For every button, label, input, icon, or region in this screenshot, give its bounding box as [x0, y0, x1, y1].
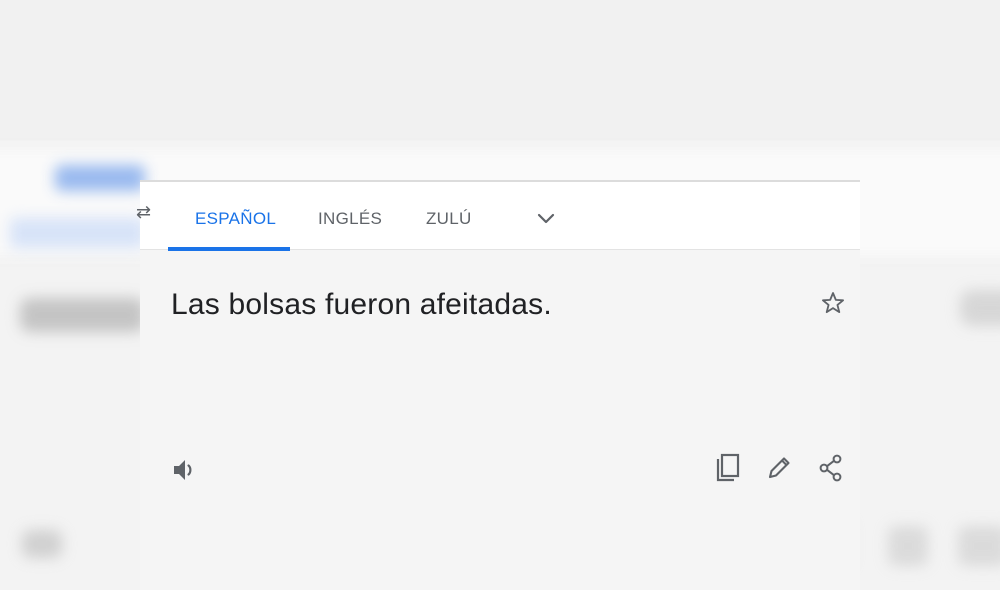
background-blurred-icon — [22, 530, 62, 558]
background-blurred-icon — [960, 290, 1000, 326]
background-blurred-icon — [958, 526, 1000, 566]
tab-espanol[interactable]: ESPAÑOL — [195, 209, 276, 229]
target-language-bar: ⇄ ESPAÑOL INGLÉS ZULÚ — [136, 180, 860, 251]
tab-ingles[interactable]: INGLÉS — [318, 209, 382, 229]
background-blurred-icon — [888, 526, 928, 566]
copy-icon[interactable] — [713, 452, 743, 484]
translation-output-panel: ⇄ ESPAÑOL INGLÉS ZULÚ Las bolsas fueron … — [136, 180, 860, 590]
speaker-icon[interactable] — [170, 454, 200, 486]
star-icon[interactable] — [820, 290, 846, 316]
pencil-icon[interactable] — [764, 452, 794, 484]
active-tab-indicator — [168, 247, 290, 251]
tab-zulu[interactable]: ZULÚ — [426, 209, 472, 229]
background-top — [0, 0, 1000, 140]
share-icon[interactable] — [816, 452, 846, 484]
swap-languages-icon[interactable]: ⇄ — [136, 202, 151, 223]
background-blurred-button — [55, 165, 145, 191]
background-blurred-tab — [10, 218, 145, 248]
chevron-down-icon[interactable] — [535, 210, 557, 228]
background-blurred-text — [20, 298, 145, 332]
translated-text: Las bolsas fueron afeitadas. — [171, 288, 552, 321]
